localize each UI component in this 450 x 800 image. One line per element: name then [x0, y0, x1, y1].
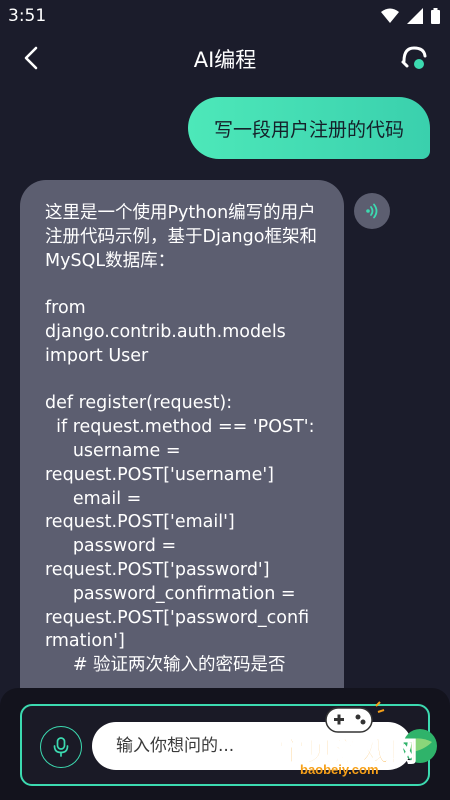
status-icons	[381, 8, 440, 24]
signal-icon	[407, 8, 423, 24]
composer-frame	[20, 704, 430, 786]
composer-panel	[0, 688, 450, 800]
page-title: AI编程	[193, 48, 257, 72]
user-message-bubble: 写一段用户注册的代码	[187, 97, 430, 159]
microphone-button[interactable]	[40, 726, 82, 768]
voice-chat-button[interactable]	[398, 42, 430, 74]
message-input[interactable]	[92, 722, 412, 770]
battery-icon	[431, 8, 440, 24]
app-bar: AI编程	[0, 32, 450, 84]
headset-icon	[401, 46, 427, 69]
sound-wave-icon	[366, 203, 378, 219]
wifi-icon	[381, 8, 399, 23]
microphone-icon	[53, 737, 69, 757]
status-time: 3:51	[8, 6, 47, 26]
ai-message-bubble: 这里是一个使用Python编写的用户注册代码示例，基于Django框架和MySQ…	[20, 180, 344, 740]
status-bar: 3:51	[0, 0, 450, 32]
read-aloud-button[interactable]	[354, 193, 390, 229]
user-message-text: 写一段用户注册的代码	[213, 118, 404, 141]
